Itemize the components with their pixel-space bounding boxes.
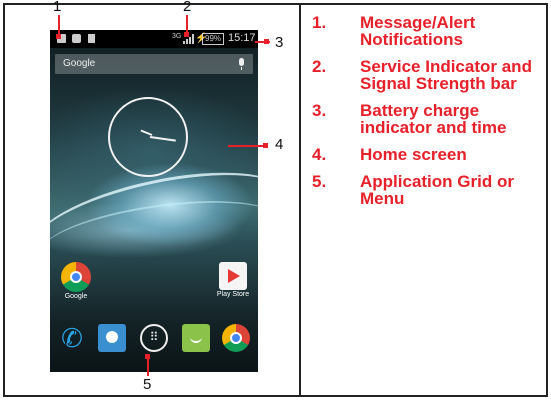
clock-minute-hand [149,136,176,142]
legend-item: 4. Home screen [312,146,542,163]
legend-item: 1. Message/Alert Notifications [312,14,542,48]
callout-3-dot [264,39,269,44]
callout-2-dot [184,32,189,37]
contacts-icon[interactable] [98,324,126,352]
legend-text: Home screen [360,145,467,164]
column-divider [299,3,301,397]
status-bar: 3G ⚡ 99% 15:17 [50,30,258,48]
google-app-icon [61,262,91,292]
phone-screen: 3G ⚡ 99% 15:17 Google Google Play Store … [50,30,258,372]
phone-icon[interactable]: ✆ [58,324,86,352]
callout-1-dot [56,34,61,39]
app-play-store[interactable]: Play Store [210,262,256,298]
legend-number: 5. [312,172,327,191]
search-label: Google [63,58,96,69]
legend-number: 1. [312,13,327,32]
play-store-icon [219,262,247,290]
app-grid-icon[interactable]: ⠿ [140,324,168,352]
battery-indicator: 99% [202,33,225,45]
microphone-icon[interactable] [239,58,244,70]
legend-item: 5. Application Grid or Menu [312,173,542,207]
callout-4-line [228,145,268,147]
analog-clock-widget[interactable] [108,97,188,177]
callout-4-dot [263,143,268,148]
legend-item: 2. Service Indicator and Signal Strength… [312,58,542,92]
legend-number: 2. [312,57,327,76]
network-type-label: 3G [172,33,182,40]
callout-1-number: 1 [53,0,62,15]
app-label: Play Store [216,291,250,298]
callout-3-number: 3 [275,34,284,51]
legend-text: Application Grid or Menu [360,172,514,208]
callout-4-number: 4 [275,136,284,153]
chat-notification-icon [72,34,81,43]
sd-card-icon [88,34,95,43]
legend-number: 3. [312,101,327,120]
chrome-icon[interactable] [222,324,250,352]
messaging-icon[interactable] [182,324,210,352]
status-time: 15:17 [228,32,256,44]
callout-2-number: 2 [183,0,192,15]
legend-text: Battery charge indicator and time [360,101,507,137]
app-label: Google [64,293,88,300]
legend-list: 1. Message/Alert Notifications 2. Servic… [312,14,542,217]
clock-hour-hand [140,129,153,136]
app-google[interactable]: Google [58,262,94,300]
legend-text: Service Indicator and Signal Strength ba… [360,57,532,93]
legend-item: 3. Battery charge indicator and time [312,102,542,136]
google-search-bar[interactable]: Google [55,54,253,74]
callout-5-line [147,358,149,376]
callout-5-number: 5 [143,376,152,393]
dock: ✆ ⠿ [50,320,258,372]
legend-number: 4. [312,145,327,164]
legend-text: Message/Alert Notifications [360,13,476,49]
